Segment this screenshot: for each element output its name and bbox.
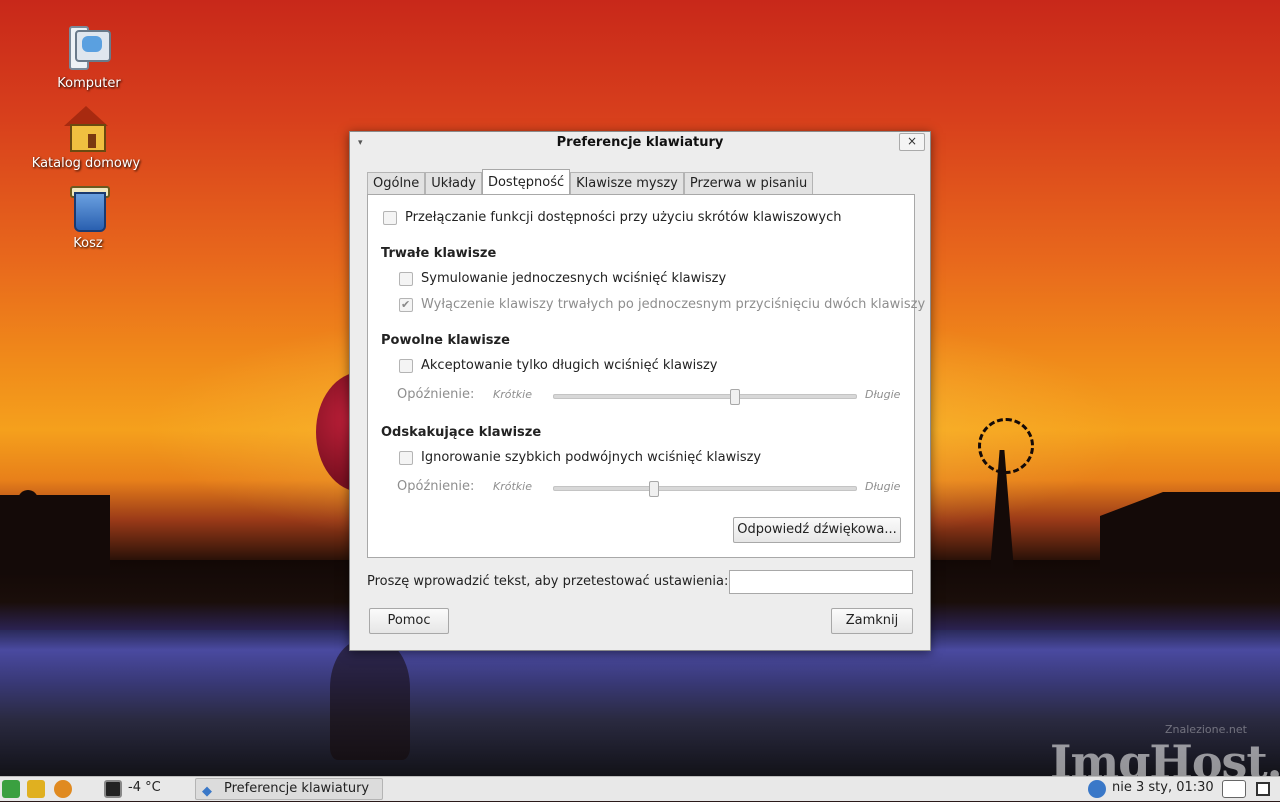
tab-typing-break[interactable]: Przerwa w pisaniu [683,172,814,195]
tab-general[interactable]: Ogólne [367,172,426,195]
delay-min-label: Krótkie [493,480,532,493]
titlebar[interactable]: ▾ Preferencje klawiatury × [350,132,930,156]
accessibility-panel: Przełączanie funkcji dostępności przy uż… [367,194,925,558]
help-button[interactable]: Pomoc [369,608,449,634]
tab-layouts[interactable]: Układy [425,172,482,195]
checkbox[interactable] [399,359,413,373]
taskbar-window-button[interactable]: ◆ Preferencje klawiatury [195,778,383,800]
tab-mouse-keys[interactable]: Klawisze myszy [570,172,684,195]
desktop-icon-computer[interactable]: Komputer [29,24,149,91]
desktop-icon-label: Kosz [73,236,103,251]
test-text-field[interactable] [729,570,913,594]
network-icon[interactable] [1088,780,1106,798]
keyboard-icon: ◆ [202,784,212,799]
checkbox-disabled-checked [399,296,413,314]
checkbox[interactable] [383,211,397,225]
clock[interactable]: nie 3 sty, 01:30 [1112,777,1214,799]
delay-min-label: Krótkie [493,388,532,401]
taskbar-window-label: Preferencje klawiatury [224,781,370,796]
bounce-keys-delay-row: Opóźnienie: Krótkie Długie [397,478,902,497]
desktop-icon-home[interactable]: Katalog domowy [26,104,146,171]
slow-keys-delay-row: Opóźnienie: Krótkie Długie [397,386,902,405]
text-editor-launcher-icon[interactable] [27,780,45,798]
water-reflection [330,640,410,760]
bounce-keys-delay-slider[interactable] [553,481,857,497]
weather-applet[interactable]: -4 °C [128,777,161,799]
menu-launcher-icon[interactable] [2,780,20,798]
workspace-switcher-icon[interactable] [1256,782,1270,796]
slider-thumb[interactable] [648,481,659,497]
checkbox-label: Przełączanie funkcji dostępności przy uż… [405,210,842,225]
window-title: Preferencje klawiatury [556,135,724,150]
checkbox[interactable] [399,272,413,286]
tab-accessibility[interactable]: Dostępność [481,169,571,196]
close-button[interactable]: Zamknij [831,608,913,634]
checkbox[interactable] [399,451,413,465]
delay-max-label: Długie [865,480,901,493]
sound-feedback-button[interactable]: Odpowiedź dźwiękowa... [733,517,901,543]
desktop-icon-label: Katalog domowy [31,156,141,171]
keyboard-preferences-dialog: ▾ Preferencje klawiatury × Ogólne Układy… [349,131,931,651]
computer-icon [65,24,113,72]
bounce-keys-heading: Odskakujące klawisze [381,425,542,440]
slider-thumb[interactable] [730,389,741,405]
silo [18,490,38,570]
home-folder-icon [62,104,110,152]
windmill-wheel [978,418,1034,474]
delay-label: Opóźnienie: [397,479,475,494]
sticky-keys-heading: Trwałe klawisze [381,246,497,261]
delay-label: Opóźnienie: [397,387,475,402]
terminal-launcher-icon[interactable] [104,780,122,798]
show-desktop-icon[interactable] [1222,780,1246,798]
desktop-icon-label: Komputer [57,76,121,91]
checkbox-label: Akceptowanie tylko długich wciśnięć klaw… [421,358,718,373]
checkbox-label: Wyłączenie klawiszy trwałych po jednocze… [421,297,926,312]
browser-launcher-icon[interactable] [54,780,72,798]
checkbox-label: Ignorowanie szybkich podwójnych wciśnięć… [421,450,762,465]
barn-left [0,495,110,575]
trash-icon [64,184,112,232]
slow-keys-delay-slider[interactable] [553,389,857,405]
taskbar: -4 °C ◆ Preferencje klawiatury nie 3 sty… [0,776,1280,801]
slow-keys-heading: Powolne klawisze [381,333,510,348]
checkbox-label: Symulowanie jednoczesnych wciśnięć klawi… [421,271,727,286]
close-window-button[interactable]: × [899,133,925,151]
desktop-icon-trash[interactable]: Kosz [28,184,148,251]
tab-bar: Ogólne Układy Dostępność Klawisze myszy … [367,169,814,196]
delay-max-label: Długie [865,388,901,401]
test-input-label: Proszę wprowadzić tekst, aby przetestowa… [367,574,729,589]
